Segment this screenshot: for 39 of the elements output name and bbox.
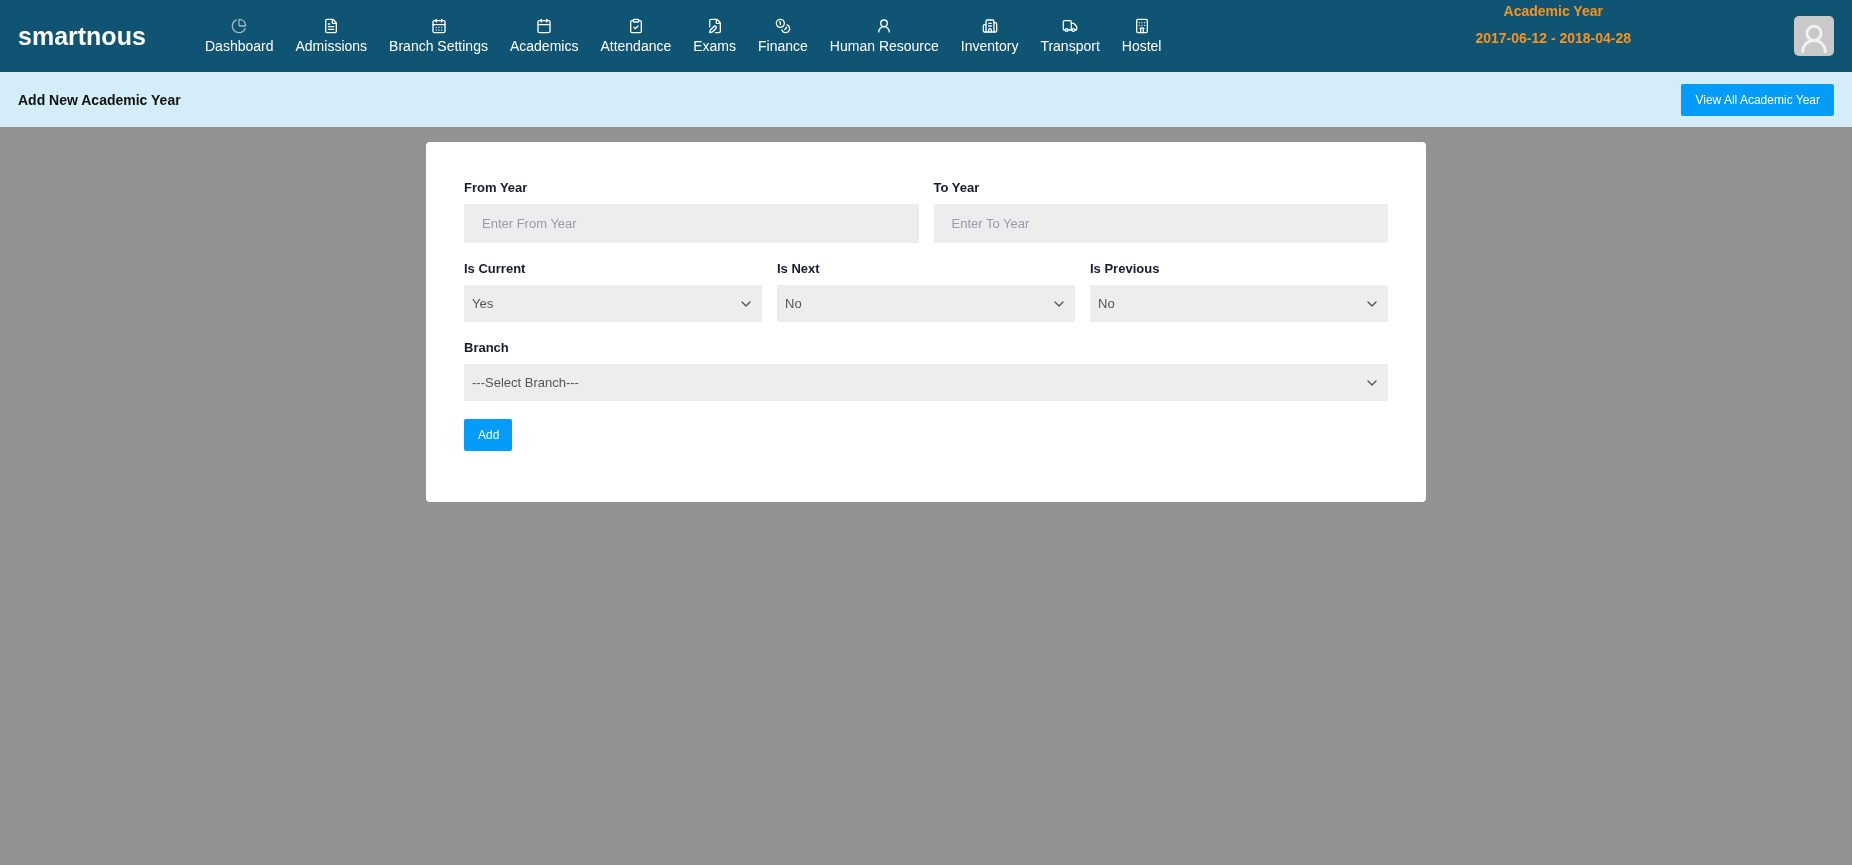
nav-icon xyxy=(536,18,553,34)
nav-icon xyxy=(231,18,248,34)
brand-logo: smartnous xyxy=(18,21,147,51)
nav-item[interactable]: Branch Settings xyxy=(378,18,499,54)
nav-item[interactable]: Hostel xyxy=(1110,18,1173,54)
nav-icon xyxy=(981,18,998,34)
nav-item[interactable]: Attendance xyxy=(589,18,683,54)
select-field[interactable]: No xyxy=(777,285,1075,322)
nav-icon xyxy=(1133,18,1150,34)
nav-icon xyxy=(627,18,644,34)
field-label: Branch xyxy=(464,340,510,355)
select-field[interactable]: Yes xyxy=(464,285,762,322)
nav-icon xyxy=(706,18,723,34)
select-field[interactable]: No xyxy=(1090,285,1388,322)
nav-item[interactable]: Human Resource xyxy=(818,18,950,54)
input-field[interactable]: Enter From Year xyxy=(464,204,919,243)
nav-item[interactable]: Admissions xyxy=(284,18,379,54)
nav-icon xyxy=(430,18,447,34)
input-field[interactable]: Enter To Year xyxy=(933,204,1388,243)
nav-item[interactable]: Exams xyxy=(682,18,748,54)
field-label: Is Previous xyxy=(1090,261,1161,276)
nav-item[interactable]: Inventory xyxy=(949,18,1030,54)
nav-item[interactable]: Dashboard xyxy=(194,18,285,54)
field-label: Is Next xyxy=(777,261,821,276)
academic-year-range: 2017-06-12 - 2018-04-28 xyxy=(1475,29,1632,46)
nav-item[interactable]: Academics xyxy=(498,18,590,54)
nav-icon xyxy=(323,18,340,34)
field-label: Is Current xyxy=(464,261,527,276)
page-title: Add New Academic Year xyxy=(18,91,181,108)
nav-item[interactable]: Finance xyxy=(747,18,819,54)
avatar[interactable] xyxy=(1794,16,1834,56)
academic-year-title: Academic Year xyxy=(1503,2,1603,19)
nav-item[interactable]: Transport xyxy=(1029,18,1111,54)
select-field[interactable]: ---Select Branch--- xyxy=(464,364,1388,401)
field-label: To Year xyxy=(933,180,981,195)
field-label: From Year xyxy=(464,180,529,195)
nav-icon xyxy=(1062,18,1079,34)
nav-icon xyxy=(774,18,791,34)
nav-icon xyxy=(876,18,893,34)
